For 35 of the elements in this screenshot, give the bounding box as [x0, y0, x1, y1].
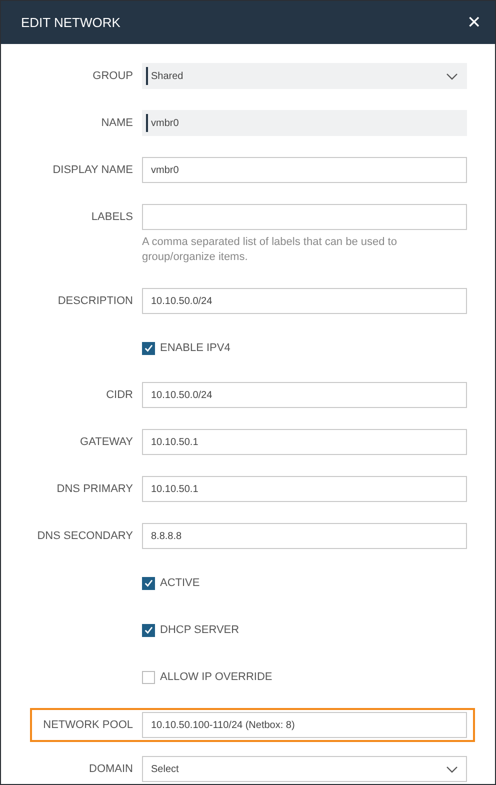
field-label: DISPLAY NAME [52, 163, 134, 178]
checkbox[interactable] [142, 624, 155, 636]
field-label: DNS SECONDARY [36, 529, 134, 544]
checkbox-option[interactable]: DHCP SERVER [142, 624, 240, 636]
chevron-down-icon [446, 72, 458, 80]
field-label: GATEWAY [79, 435, 134, 450]
field-label: LABELS [90, 210, 134, 225]
field-label: GROUP [92, 69, 134, 84]
checkbox[interactable] [142, 342, 155, 354]
field-label: DESCRIPTION [56, 294, 134, 309]
field-label: DOMAIN [88, 762, 134, 777]
checkbox-option[interactable]: ACTIVE [142, 576, 200, 590]
checkbox[interactable] [142, 576, 155, 590]
input-field[interactable]: 10.10.50.0/24 [142, 382, 467, 408]
input-field: vmbr0 [142, 110, 467, 136]
chevron-down-icon [446, 766, 458, 772]
input-field[interactable]: 8.8.8.8 [142, 523, 467, 549]
input-field[interactable]: vmbr0 [142, 157, 467, 183]
field-label: DNS PRIMARY [56, 482, 134, 497]
input-field[interactable]: 10.10.50.0/24 [142, 288, 467, 314]
help-text: A comma separated list of labels that can be used to group/organize items. [142, 235, 398, 265]
checkbox-option[interactable]: ALLOW IP OVERRIDE [142, 670, 272, 684]
close-button[interactable]: ✕ [465, 12, 483, 33]
select-field[interactable]: Shared [142, 63, 467, 89]
field-label: NAME [100, 116, 134, 131]
input-field[interactable] [142, 204, 467, 230]
select-field[interactable]: Select [142, 756, 467, 782]
input-field[interactable]: 10.10.50.1 [142, 429, 467, 455]
field-label: CIDR [105, 388, 134, 403]
checkbox-option[interactable]: ENABLE IPV4 [142, 342, 230, 354]
input-field[interactable]: 10.10.50.1 [142, 476, 467, 502]
input-field[interactable]: 10.10.50.100-110/24 (Netbox: 8) [142, 712, 467, 738]
window-title: EDIT NETWORK [21, 15, 120, 30]
checkbox[interactable] [142, 670, 155, 684]
field-label: NETWORK POOL [42, 718, 134, 733]
